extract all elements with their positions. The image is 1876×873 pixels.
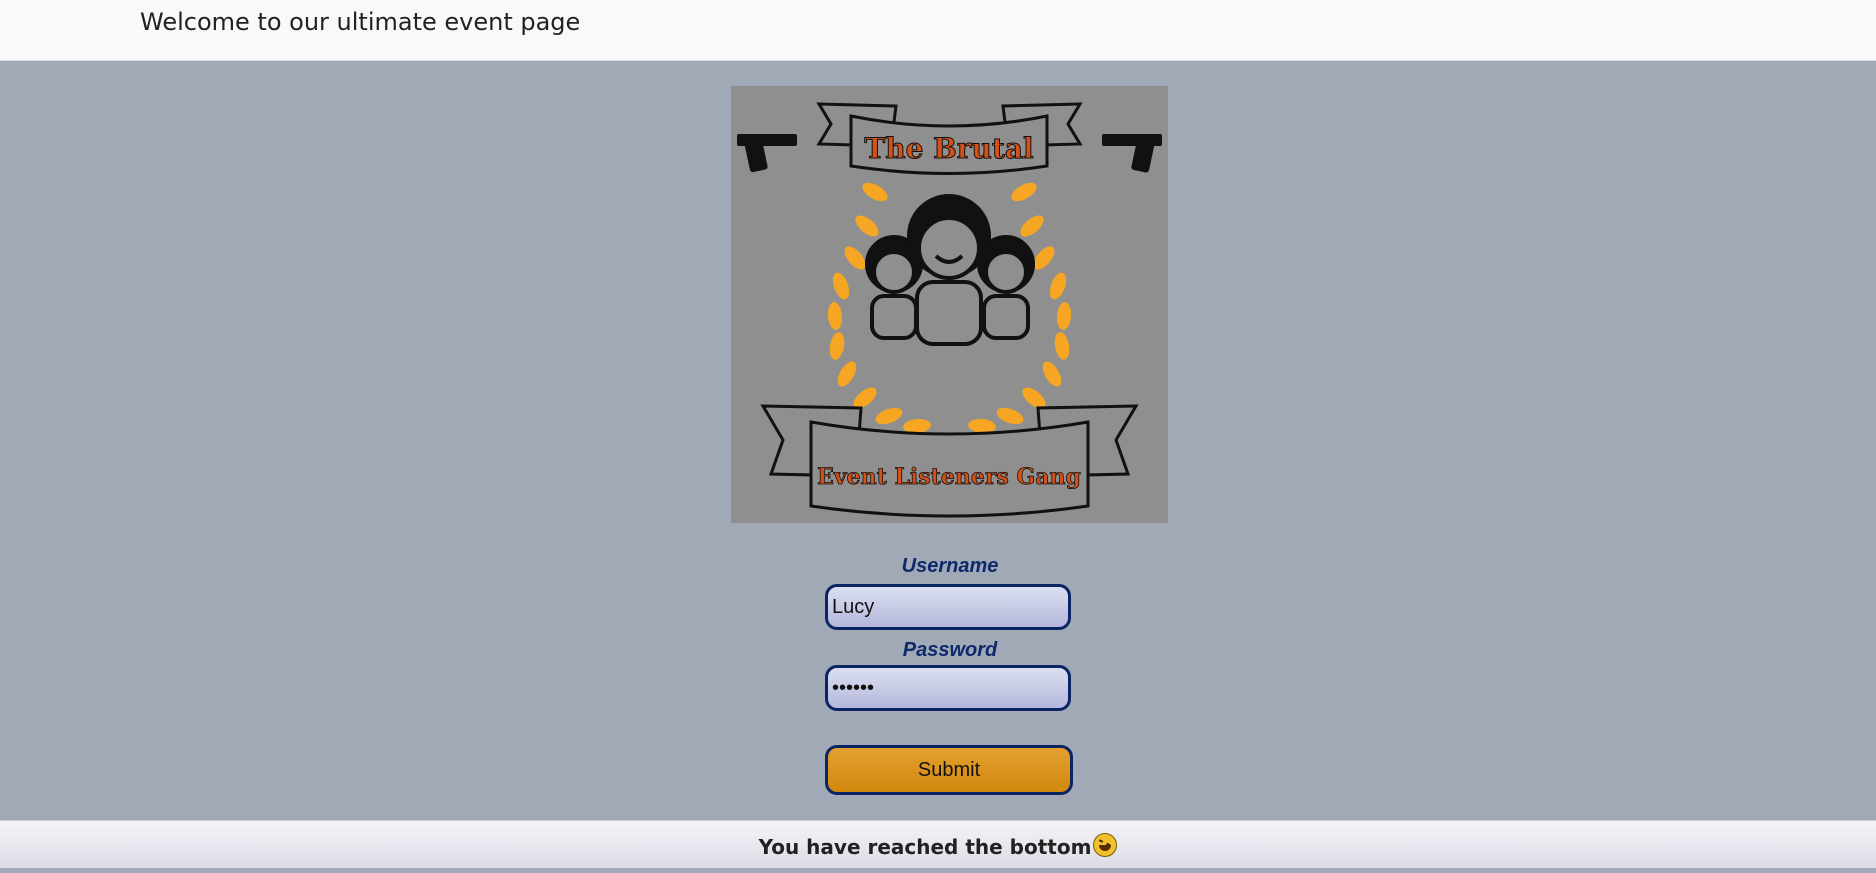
- username-label: Username: [901, 555, 999, 577]
- bottom-ribbon: [760, 404, 1139, 518]
- laughing-face-icon: [1093, 833, 1118, 857]
- submit-button[interactable]: Submit: [825, 745, 1073, 795]
- password-label: Password: [902, 639, 998, 661]
- password-input[interactable]: ••••••: [825, 665, 1071, 711]
- top-navbar: Welcome to our ultimate event page: [0, 0, 1876, 61]
- gang-logo: The Brutal Event Listeners Gang: [731, 86, 1168, 523]
- pistol-left-icon: [737, 134, 797, 173]
- top-banner-text: The Brutal: [864, 132, 1033, 165]
- username-input[interactable]: Lucy: [825, 584, 1071, 630]
- footer-text: You have reached the bottom: [758, 835, 1092, 859]
- page-footer: You have reached the bottom: [0, 820, 1876, 868]
- page-title: Welcome to our ultimate event page: [140, 8, 581, 36]
- bottom-banner-text: Event Listeners Gang: [817, 464, 1081, 490]
- pistol-right-icon: [1102, 134, 1162, 173]
- people-icon: [865, 194, 1035, 346]
